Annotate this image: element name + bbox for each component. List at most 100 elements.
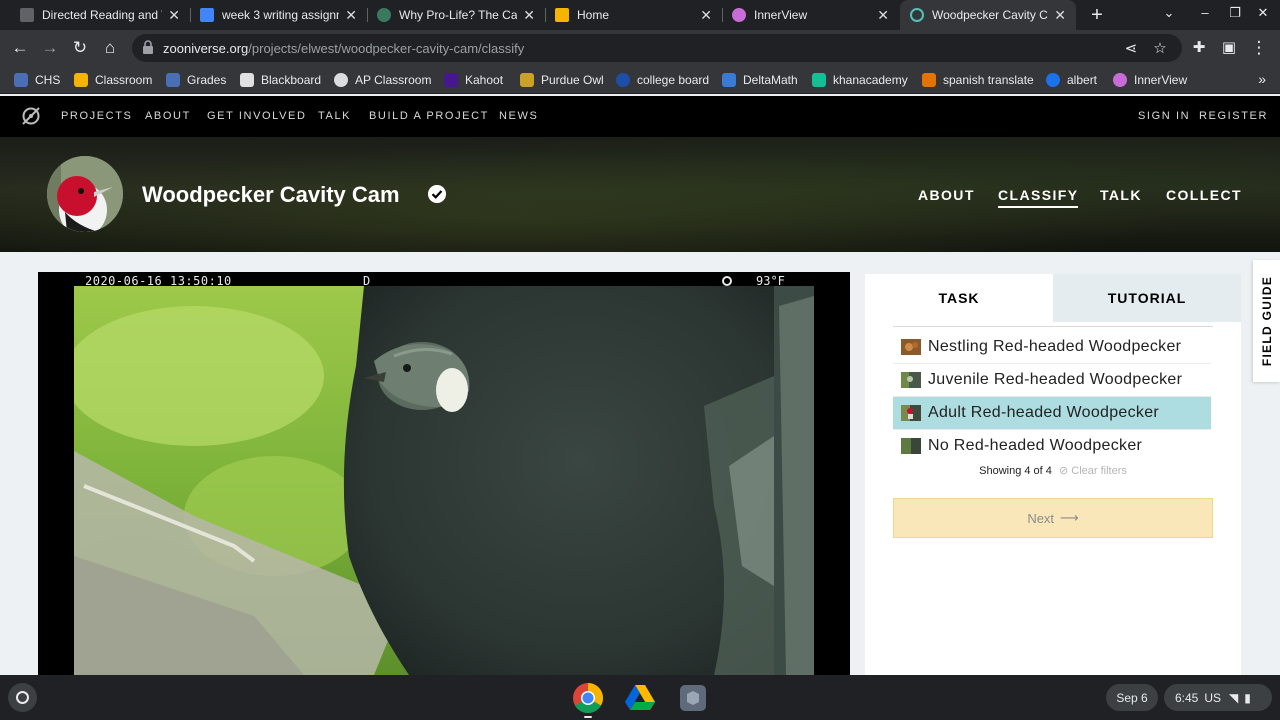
bookmark-label: Grades: [187, 73, 227, 87]
forward-icon[interactable]: →: [40, 38, 60, 58]
project-nav-about[interactable]: ABOUT: [918, 187, 975, 203]
task-panel: TASK TUTORIAL Nestling Red-headed Woodpe…: [865, 274, 1241, 675]
spanish-translate-icon: [922, 73, 936, 87]
nav-projects[interactable]: PROJECTS: [61, 110, 132, 122]
bookmark-kahoot[interactable]: Kahoot: [444, 71, 503, 89]
choice-nestling[interactable]: Nestling Red-headed Woodpecker: [893, 331, 1211, 363]
globe-icon: [377, 8, 391, 22]
bookmark-label: Blackboard: [261, 73, 322, 87]
next-label: Next: [1027, 510, 1055, 526]
tray-time: 6:45: [1175, 690, 1199, 705]
address-bar[interactable]: zooniverse.org/projects/elwest/woodpecke…: [132, 34, 1182, 62]
zooniverse-logo[interactable]: [21, 106, 41, 126]
new-tab-button[interactable]: +: [1086, 4, 1108, 26]
innerview-icon: [732, 8, 746, 22]
extensions-icon[interactable]: ✚: [1189, 38, 1209, 58]
bookmark-blackboard[interactable]: Blackboard: [240, 71, 321, 89]
bookmark-label: AP Classroom: [355, 73, 432, 87]
clear-filters-button[interactable]: ⊘ Clear filters: [1059, 465, 1127, 477]
bookmark-classroom[interactable]: Classroom: [74, 71, 152, 89]
classroom-assignment-icon: [20, 8, 34, 22]
browser-tab[interactable]: InnerView ✕: [722, 0, 899, 30]
nav-talk[interactable]: TALK: [318, 110, 351, 122]
bookmark-albert[interactable]: albert: [1046, 71, 1097, 89]
wifi-icon: ◥: [1229, 690, 1239, 705]
bookmark-label: CHS: [35, 73, 61, 87]
nav-about[interactable]: ABOUT: [145, 110, 191, 122]
nav-news[interactable]: NEWS: [499, 110, 538, 122]
choice-juvenile[interactable]: Juvenile Red-headed Woodpecker: [893, 364, 1211, 396]
subject-viewer[interactable]: 2020-06-16 13:50:10 D 93°F: [38, 272, 850, 675]
browser-tab-active[interactable]: Woodpecker Cavity Cam ✕: [900, 0, 1076, 30]
tab-tutorial[interactable]: TUTORIAL: [1053, 274, 1241, 322]
files-app-icon[interactable]: [677, 682, 709, 714]
adult-thumbnail-icon: [901, 405, 921, 421]
browser-tab[interactable]: Home ✕: [545, 0, 722, 30]
url-domain: zooniverse.org: [163, 41, 249, 56]
reload-icon[interactable]: ↻: [70, 38, 90, 58]
project-nav-classify[interactable]: CLASSIFY: [998, 187, 1079, 208]
bookmark-label: DeltaMath: [743, 73, 798, 87]
arrow-right-icon: ⟶: [1060, 510, 1079, 525]
browser-tab[interactable]: Directed Reading and W ✕: [10, 0, 190, 30]
register-link[interactable]: REGISTER: [1199, 110, 1268, 122]
bookmark-label: khanacademy: [833, 73, 908, 87]
close-tab-icon[interactable]: ✕: [700, 7, 712, 24]
bookmark-spanish-translate[interactable]: spanish translate: [922, 71, 1034, 89]
field-guide-button[interactable]: FIELD GUIDE: [1253, 260, 1280, 382]
menu-icon[interactable]: ⋮: [1249, 38, 1269, 58]
choice-none[interactable]: No Red-headed Woodpecker: [893, 430, 1211, 462]
bookmark-star-icon[interactable]: ☆: [1151, 39, 1169, 57]
choice-adult[interactable]: Adult Red-headed Woodpecker: [893, 397, 1211, 429]
side-panel-icon[interactable]: ▣: [1219, 38, 1239, 58]
bookmark-label: InnerView: [1134, 73, 1188, 87]
close-tab-icon[interactable]: ✕: [1054, 7, 1066, 24]
bookmark-purdue-owl[interactable]: Purdue Owl: [520, 71, 604, 89]
tab-task[interactable]: TASK: [865, 274, 1053, 322]
share-icon[interactable]: ⋖: [1122, 39, 1140, 57]
close-tab-icon[interactable]: ✕: [168, 7, 180, 24]
system-tray[interactable]: 6:45 US ◥ ▮: [1164, 684, 1272, 711]
close-tab-icon[interactable]: ✕: [877, 7, 889, 24]
close-tab-icon[interactable]: ✕: [523, 7, 535, 24]
choice-label: Nestling Red-headed Woodpecker: [928, 338, 1182, 355]
bookmark-innerview[interactable]: InnerView: [1113, 71, 1187, 89]
nav-build-a-project[interactable]: BUILD A PROJECT: [369, 110, 489, 122]
restore-icon[interactable]: ❐: [1226, 5, 1244, 21]
sign-in-link[interactable]: SIGN IN: [1138, 110, 1190, 122]
more-bookmarks-icon[interactable]: »: [1258, 71, 1266, 87]
bookmark-college-board[interactable]: college board: [616, 71, 709, 89]
bookmark-label: albert: [1067, 73, 1098, 87]
bookmark-chs[interactable]: CHS: [14, 71, 60, 89]
chrome-icon[interactable]: [572, 682, 604, 714]
close-tab-icon[interactable]: ✕: [345, 7, 357, 24]
launcher-icon[interactable]: [8, 683, 37, 712]
field-guide-label: FIELD GUIDE: [1260, 275, 1274, 367]
google-drive-icon[interactable]: [624, 682, 656, 714]
project-avatar[interactable]: [47, 156, 123, 232]
project-nav-collect[interactable]: COLLECT: [1166, 187, 1242, 203]
showing-count: Showing 4 of 4: [979, 465, 1052, 477]
bookmark-ap-classroom[interactable]: AP Classroom: [334, 71, 431, 89]
bookmark-label: college board: [637, 73, 710, 87]
tab-search-icon[interactable]: ⌄: [1160, 5, 1178, 21]
active-app-indicator: [584, 716, 592, 718]
minimize-icon[interactable]: –: [1196, 5, 1214, 20]
tab-title: Directed Reading and W: [42, 8, 163, 22]
home-icon[interactable]: ⌂: [100, 38, 120, 58]
bookmark-grades[interactable]: Grades: [166, 71, 226, 89]
next-button[interactable]: Next ⟶: [893, 498, 1213, 538]
battery-icon: ▮: [1244, 690, 1251, 705]
bookmark-deltamath[interactable]: DeltaMath: [722, 71, 798, 89]
close-window-icon[interactable]: ✕: [1254, 5, 1272, 21]
google-classroom-icon: [555, 8, 569, 22]
tray-date[interactable]: Sep 6: [1106, 684, 1158, 711]
browser-tab[interactable]: Why Pro-Life? The Case ✕: [367, 0, 545, 30]
nav-get-involved[interactable]: GET INVOLVED: [207, 110, 306, 122]
bookmark-khanacademy[interactable]: khanacademy: [812, 71, 908, 89]
browser-tab[interactable]: week 3 writing assignm ✕: [190, 0, 367, 30]
project-nav-talk[interactable]: TALK: [1100, 187, 1142, 203]
moon-phase-icon: [722, 276, 732, 286]
project-title[interactable]: Woodpecker Cavity Cam: [142, 182, 400, 208]
back-icon[interactable]: ←: [10, 38, 30, 58]
